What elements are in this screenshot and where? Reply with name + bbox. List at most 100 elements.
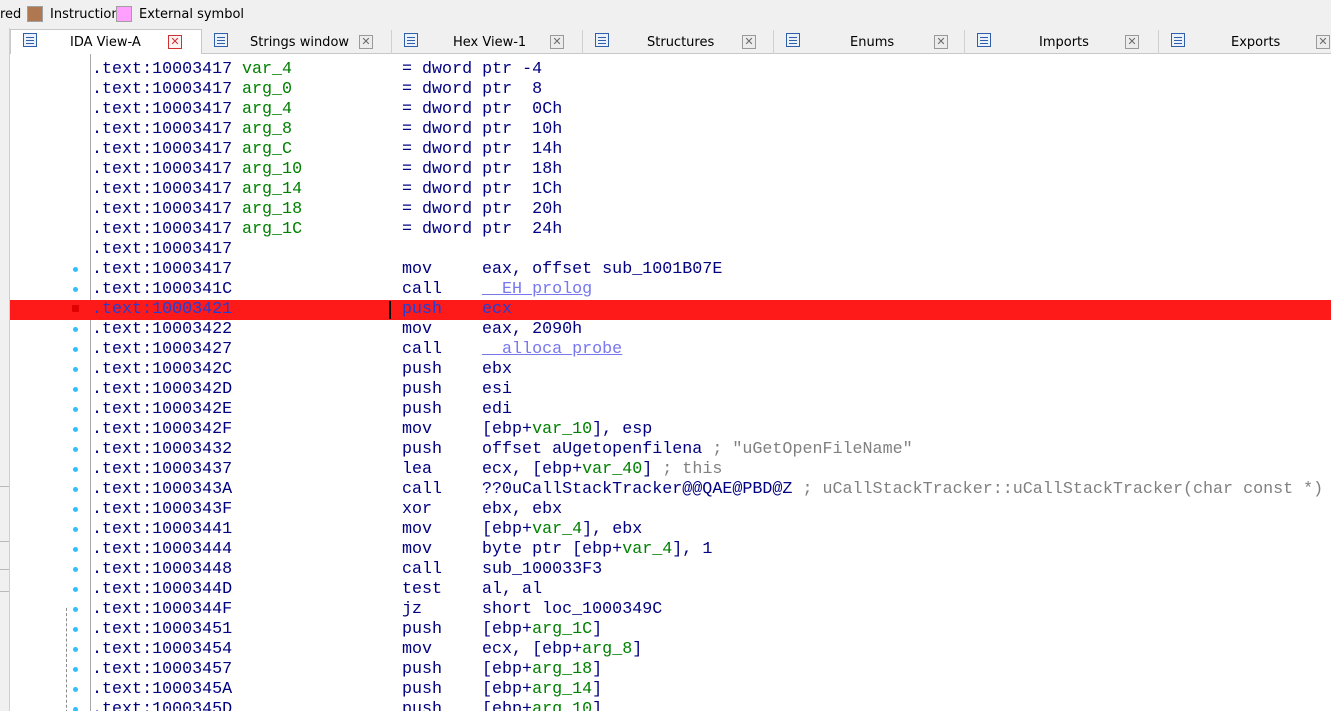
disasm-line[interactable]: .text:1000344D test al, al: [10, 580, 1331, 600]
line-marker-dot-icon[interactable]: [73, 667, 78, 672]
disasm-line[interactable]: .text:10003417 arg_18 = dword ptr 20h: [10, 200, 1331, 220]
line-marker-dot-icon[interactable]: [73, 467, 78, 472]
line-marker-dot-icon[interactable]: [73, 587, 78, 592]
line-marker-dot-icon[interactable]: [73, 687, 78, 692]
stack-variable-name[interactable]: arg_C: [242, 140, 292, 160]
variable-reference[interactable]: var_4: [622, 540, 672, 559]
disasm-line[interactable]: .text:10003441 mov [ebp+var_4], ebx: [10, 520, 1331, 540]
disasm-line[interactable]: .text:10003417 arg_8 = dword ptr 10h: [10, 120, 1331, 140]
disasm-line[interactable]: .text:10003417 arg_14 = dword ptr 1Ch: [10, 180, 1331, 200]
tab-structures[interactable]: Structures ✕: [583, 30, 774, 54]
disasm-line[interactable]: .text:10003448 call sub_100033F3: [10, 560, 1331, 580]
stack-variable-name[interactable]: arg_4: [242, 100, 292, 120]
stack-variable-name[interactable]: var_4: [242, 60, 292, 80]
disasm-line[interactable]: .text:10003417 var_4 = dword ptr -4: [10, 60, 1331, 80]
stack-variable-name[interactable]: arg_0: [242, 80, 292, 100]
stack-variable-name[interactable]: arg_10: [242, 160, 302, 180]
disasm-line[interactable]: .text:10003451 push [ebp+arg_1C]: [10, 620, 1331, 640]
variable-reference[interactable]: arg_10: [532, 700, 592, 711]
imported-function-link[interactable]: __EH_prolog: [482, 280, 592, 299]
variable-reference[interactable]: var_40: [582, 460, 642, 479]
disasm-text: .text:10003451 push [ebp+arg_1C]: [92, 620, 602, 640]
disasm-line[interactable]: .text:10003437 lea ecx, [ebp+var_40] ; thi…: [10, 460, 1331, 480]
disasm-line[interactable]: .text:1000345A push [ebp+arg_14]: [10, 680, 1331, 700]
disassembly-view[interactable]: .text:10003417 var_4 = dword ptr -4 .text:1…: [10, 54, 1331, 711]
variable-reference[interactable]: arg_14: [532, 680, 592, 699]
line-marker-dot-icon[interactable]: [73, 287, 78, 292]
line-marker-dot-icon[interactable]: [73, 547, 78, 552]
mnemonic: call: [402, 480, 443, 499]
line-marker-dot-icon[interactable]: [73, 527, 78, 532]
imported-function-link[interactable]: __alloca_probe: [482, 340, 622, 359]
line-marker-dot-icon[interactable]: [73, 387, 78, 392]
line-marker-dot-icon[interactable]: [73, 447, 78, 452]
line-marker-dot-icon[interactable]: [73, 507, 78, 512]
close-icon[interactable]: ✕: [934, 35, 948, 49]
disasm-line[interactable]: .text:10003444 mov byte ptr [ebp+var_4], 1: [10, 540, 1331, 560]
disasm-line[interactable]: .text:1000342C push ebx: [10, 360, 1331, 380]
line-marker-dot-icon[interactable]: [73, 367, 78, 372]
disasm-line[interactable]: .text:1000343A call ??0uCallStackTracker@@…: [10, 480, 1331, 500]
disasm-line[interactable]: .text:10003417 arg_1C = dword ptr 24h: [10, 220, 1331, 240]
disasm-text: .text:10003417 arg_18 = dword ptr 20h: [92, 200, 562, 220]
operand-text: short loc_1000349C: [482, 600, 663, 619]
close-icon[interactable]: ✕: [168, 35, 182, 49]
line-marker-dot-icon[interactable]: [73, 407, 78, 412]
stack-variable-name[interactable]: arg_1C: [242, 220, 302, 240]
disasm-line[interactable]: .text:1000342F mov [ebp+var_10], esp: [10, 420, 1331, 440]
disasm-line[interactable]: .text:1000343F xor ebx, ebx: [10, 500, 1331, 520]
stack-variable-name[interactable]: arg_14: [242, 180, 302, 200]
tab-exports[interactable]: Exports ✕: [1159, 30, 1331, 54]
stack-variable-name[interactable]: arg_18: [242, 200, 302, 220]
line-marker-dot-icon[interactable]: [73, 607, 78, 612]
variable-reference[interactable]: var_10: [532, 420, 592, 439]
variable-reference[interactable]: arg_8: [582, 640, 632, 659]
disasm-line[interactable]: .text:10003454 mov ecx, [ebp+arg_8]: [10, 640, 1331, 660]
disasm-line[interactable]: .text:1000344F jz short loc_1000349C: [10, 600, 1331, 620]
close-icon[interactable]: ✕: [742, 35, 756, 49]
line-marker-dot-icon[interactable]: [73, 487, 78, 492]
breakpoint-marker-icon[interactable]: [72, 305, 79, 312]
disasm-line[interactable]: .text:1000341C call __EH_prolog: [10, 280, 1331, 300]
line-marker-dot-icon[interactable]: [73, 427, 78, 432]
line-marker-dot-icon[interactable]: [73, 647, 78, 652]
tab-imports[interactable]: Imports ✕: [965, 30, 1159, 54]
close-icon[interactable]: ✕: [359, 35, 373, 49]
stack-variable-name[interactable]: arg_8: [242, 120, 292, 140]
line-marker-dot-icon[interactable]: [73, 707, 78, 711]
disasm-line[interactable]: .text:10003427 call __alloca_probe: [10, 340, 1331, 360]
disasm-line[interactable]: .text:10003417 arg_10 = dword ptr 18h: [10, 160, 1331, 180]
address: .text:10003417: [92, 80, 233, 99]
variable-reference[interactable]: arg_18: [532, 660, 592, 679]
line-marker-dot-icon[interactable]: [73, 627, 78, 632]
close-icon[interactable]: ✕: [1316, 35, 1330, 49]
disasm-line[interactable]: .text:10003417 arg_C = dword ptr 14h: [10, 140, 1331, 160]
disasm-line[interactable]: .text:10003417 mov eax, offset sub_1001B07…: [10, 260, 1331, 280]
disasm-line[interactable]: .text:1000345D push [ebp+arg_10]: [10, 700, 1331, 711]
address: .text:10003454: [92, 640, 233, 659]
operand-text: [ebp+: [482, 660, 533, 679]
close-icon[interactable]: ✕: [1125, 35, 1139, 49]
tab-ida-view-a[interactable]: IDA View-A ✕: [10, 29, 202, 55]
disasm-line[interactable]: .text:10003417 arg_4 = dword ptr 0Ch: [10, 100, 1331, 120]
tab-enums[interactable]: Enums ✕: [774, 30, 965, 54]
disasm-line[interactable]: .text:1000342D push esi: [10, 380, 1331, 400]
line-marker-dot-icon[interactable]: [73, 267, 78, 272]
line-marker-dot-icon[interactable]: [73, 347, 78, 352]
close-icon[interactable]: ✕: [550, 35, 564, 49]
disasm-line[interactable]: .text:10003417: [10, 240, 1331, 260]
line-marker-dot-icon[interactable]: [73, 567, 78, 572]
tab-strings-window[interactable]: Strings window ✕: [202, 30, 392, 54]
disasm-line[interactable]: .text:10003432 push offset aUgetopenfilena…: [10, 440, 1331, 460]
disasm-line[interactable]: .text:10003422 mov eax, 2090h: [10, 320, 1331, 340]
disasm-line[interactable]: .text:10003421 push ecx: [10, 300, 1331, 320]
line-marker-dot-icon[interactable]: [73, 327, 78, 332]
variable-reference[interactable]: arg_1C: [532, 620, 592, 639]
tab-hex-view-1[interactable]: Hex View-1 ✕: [392, 30, 583, 54]
disasm-line[interactable]: .text:10003457 push [ebp+arg_18]: [10, 660, 1331, 680]
disasm-line[interactable]: .text:10003417 arg_0 = dword ptr 8: [10, 80, 1331, 100]
disasm-text: .text:10003432 push offset aUgetopenfilena…: [92, 440, 913, 460]
operand-text: ]: [592, 700, 603, 711]
disasm-line[interactable]: .text:1000342E push edi: [10, 400, 1331, 420]
variable-reference[interactable]: var_4: [532, 520, 582, 539]
